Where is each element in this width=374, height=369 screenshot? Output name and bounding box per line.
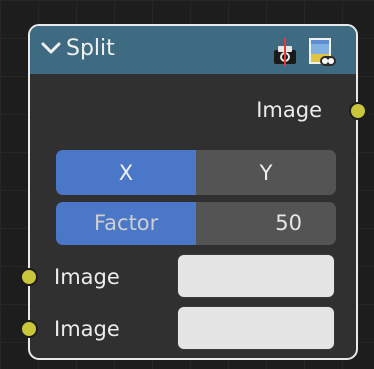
- input-image-socket-1[interactable]: [20, 268, 38, 286]
- node-title: Split: [66, 36, 115, 61]
- input-image-label-1: Image: [54, 265, 120, 289]
- node-editor-canvas[interactable]: Split Image X Y Factor 50 Image Image: [0, 0, 374, 369]
- axis-x-button[interactable]: X: [56, 150, 196, 195]
- factor-slider[interactable]: Factor 50: [56, 202, 336, 245]
- input-image-color-2[interactable]: [177, 306, 335, 350]
- axis-y-button[interactable]: Y: [196, 150, 336, 195]
- axis-toggle[interactable]: X Y: [56, 150, 336, 195]
- input-image-socket-2[interactable]: [20, 320, 38, 338]
- input-image-color-1[interactable]: [177, 254, 335, 298]
- factor-label: Factor: [94, 211, 159, 235]
- factor-value: 50: [275, 211, 302, 235]
- image-preview-icon[interactable]: [306, 36, 338, 68]
- output-image-socket[interactable]: [349, 102, 367, 120]
- node-header[interactable]: Split: [30, 26, 356, 74]
- input-image-label-2: Image: [54, 317, 120, 341]
- chevron-down-icon[interactable]: [40, 40, 62, 56]
- camera-render-icon[interactable]: [272, 37, 298, 67]
- split-node[interactable]: Split Image X Y Factor 50 Image Image: [20, 24, 367, 360]
- output-image-label: Image: [256, 98, 322, 122]
